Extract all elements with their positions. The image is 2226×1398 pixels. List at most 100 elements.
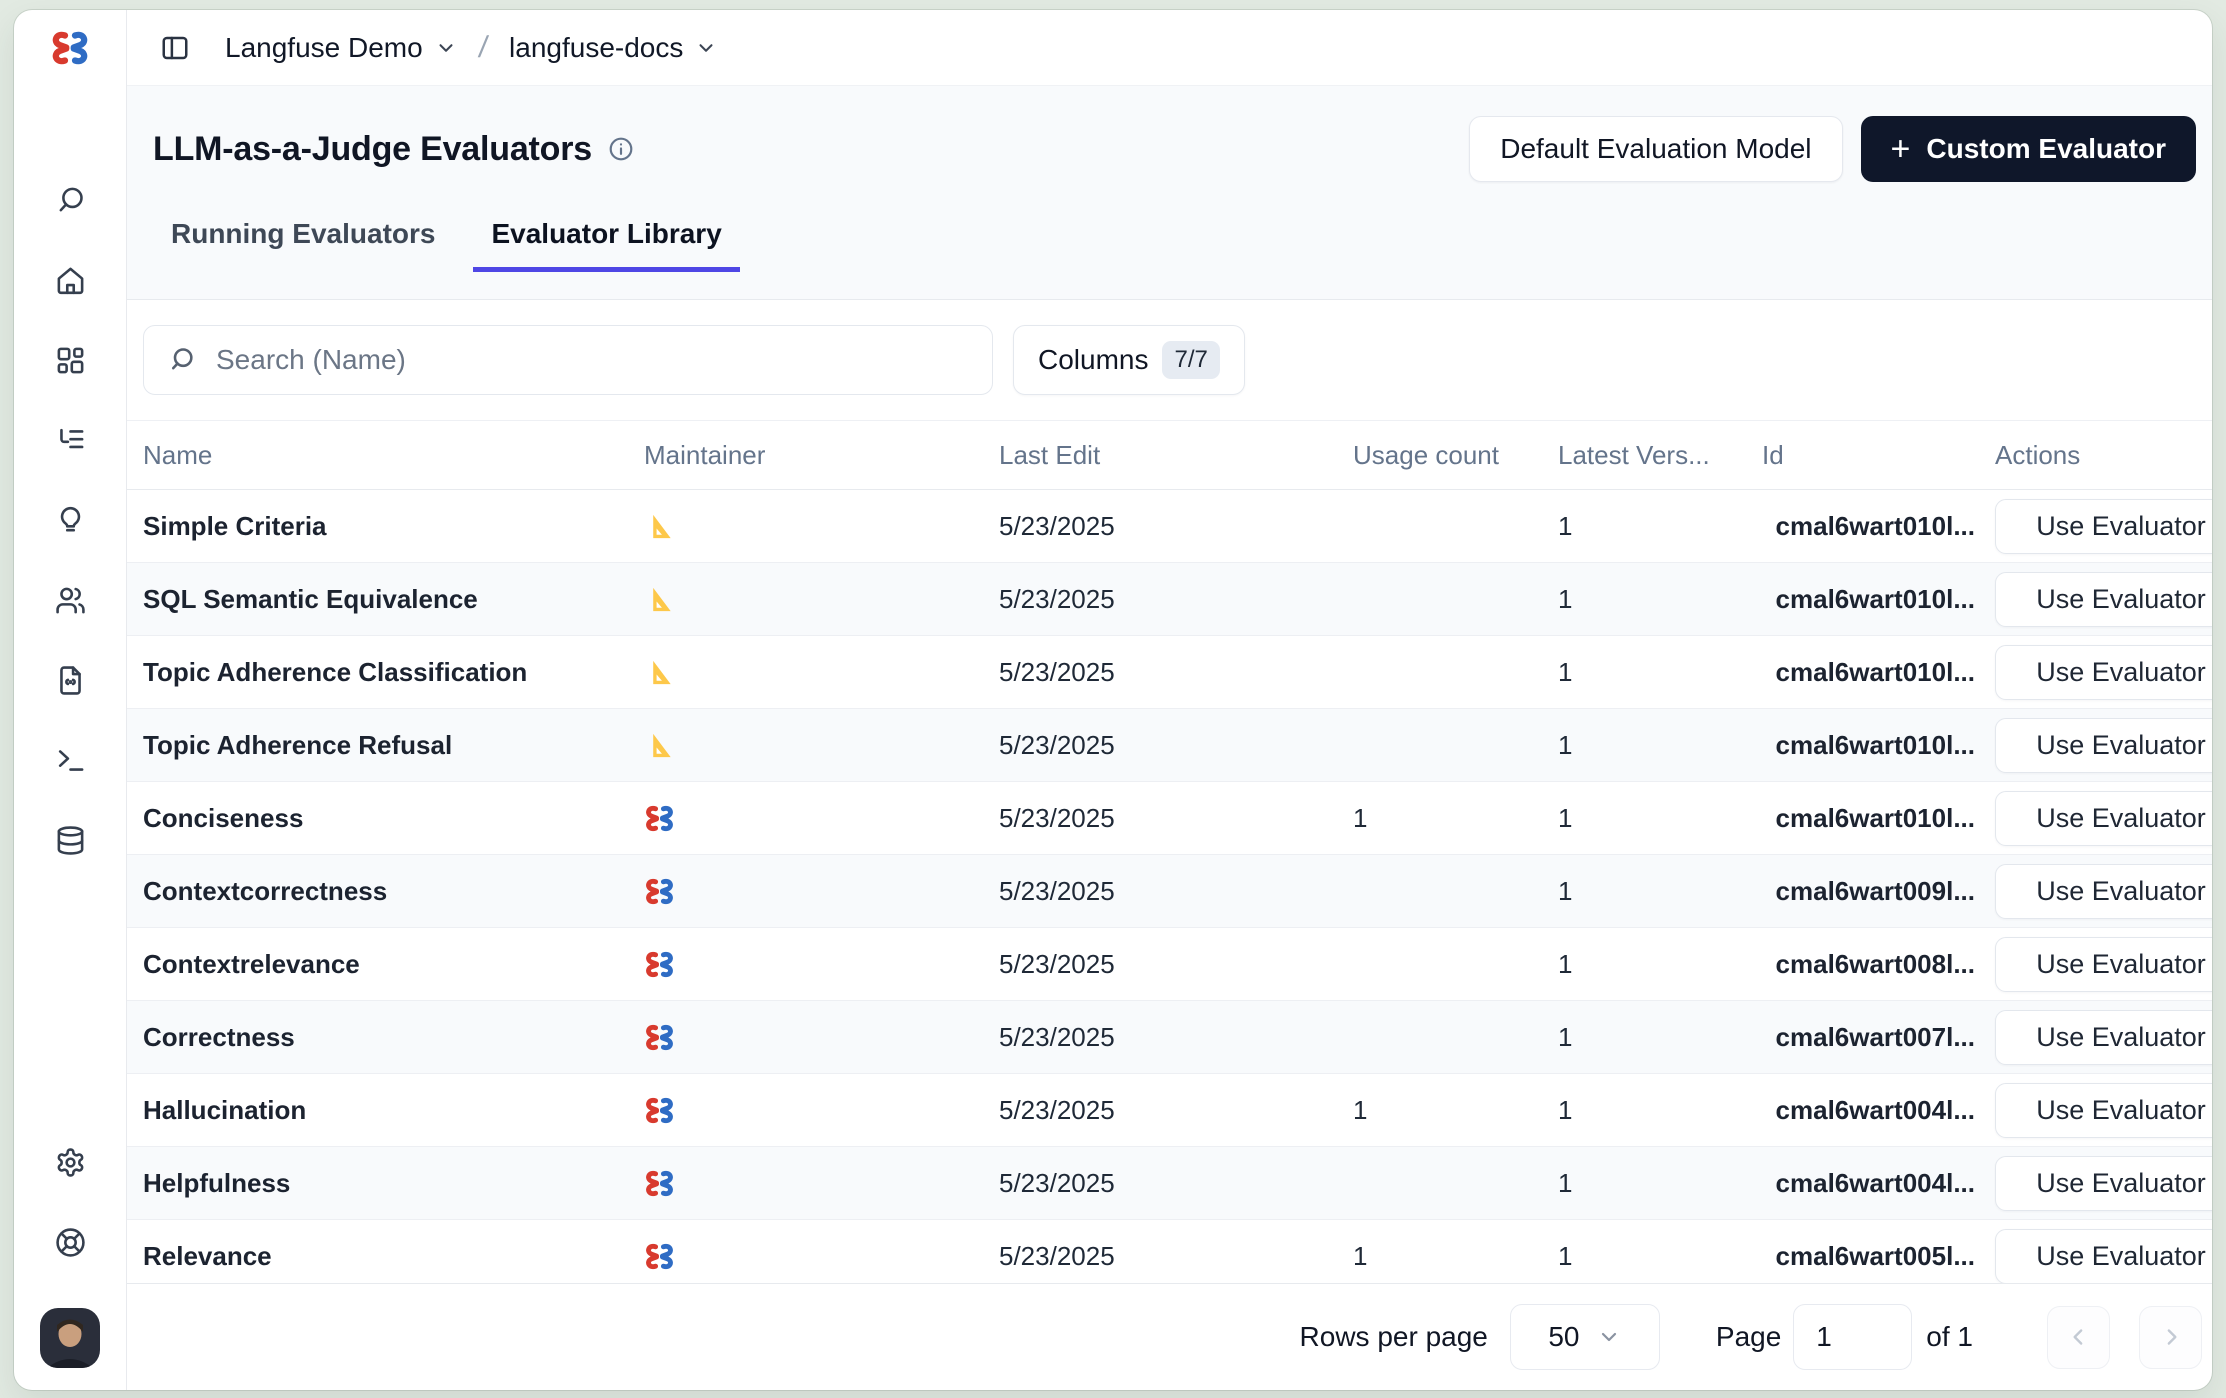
- custom-evaluator-label: Custom Evaluator: [1926, 133, 2166, 165]
- tab-evaluator-library[interactable]: Evaluator Library: [473, 218, 739, 272]
- page-title: LLM-as-a-Judge Evaluators: [153, 130, 592, 169]
- evaluator-name: Correctness: [143, 1022, 644, 1053]
- search-box: [143, 325, 993, 395]
- langfuse-knot-icon: [50, 28, 90, 68]
- last-edit-value: 5/23/2025: [999, 803, 1353, 834]
- sidebar-evaluation-icon[interactable]: [30, 480, 110, 560]
- maintainer-cell: [644, 1095, 999, 1126]
- sidebar-search-icon[interactable]: [30, 160, 110, 240]
- evaluator-name: SQL Semantic Equivalence: [143, 584, 644, 615]
- use-evaluator-button[interactable]: Use Evaluator: [1995, 864, 2212, 919]
- previous-page-button[interactable]: [2047, 1306, 2110, 1369]
- use-evaluator-button[interactable]: Use Evaluator: [1995, 937, 2212, 992]
- project-switcher[interactable]: langfuse-docs: [509, 32, 717, 64]
- last-edit-value: 5/23/2025: [999, 1168, 1353, 1199]
- last-edit-value: 5/23/2025: [999, 949, 1353, 980]
- use-evaluator-button[interactable]: Use Evaluator: [1995, 572, 2212, 627]
- next-page-button[interactable]: [2139, 1306, 2202, 1369]
- maintainer-cell: [644, 1022, 999, 1053]
- last-edit-value: 5/23/2025: [999, 1095, 1353, 1126]
- table-row: Helpfulness 5/23/2025 1 cmal6wart004l...…: [127, 1147, 2212, 1220]
- actions-cell: Use Evaluator: [1977, 499, 2212, 554]
- table-row: Relevance 5/23/2025 1 1 cmal6wart005l...…: [127, 1220, 2212, 1283]
- column-header-id: Id: [1762, 440, 1977, 471]
- table-row: Topic Adherence Classification 5/23/2025…: [127, 636, 2212, 709]
- sidebar-support-icon[interactable]: [30, 1202, 110, 1282]
- use-evaluator-button[interactable]: Use Evaluator: [1995, 499, 2212, 554]
- maintainer-cell: [644, 1168, 999, 1199]
- latest-version-value: 1: [1558, 730, 1762, 761]
- ragas-maintainer-icon: [644, 657, 675, 688]
- ragas-maintainer-icon: [644, 511, 675, 542]
- langfuse-maintainer-icon: [644, 1168, 675, 1199]
- sidebar-bottom: [30, 1122, 110, 1390]
- sidebar-tracing-icon[interactable]: [30, 400, 110, 480]
- last-edit-value: 5/23/2025: [999, 730, 1353, 761]
- avatar-photo: [40, 1308, 100, 1368]
- latest-version-value: 1: [1558, 1022, 1762, 1053]
- rows-per-page-select[interactable]: 50: [1510, 1304, 1660, 1370]
- custom-evaluator-button[interactable]: + Custom Evaluator: [1861, 116, 2196, 182]
- plus-icon: +: [1891, 132, 1911, 166]
- rows-per-page-label: Rows per page: [1300, 1321, 1488, 1353]
- evaluator-id: cmal6wart009l...: [1762, 876, 1977, 907]
- page-input[interactable]: [1793, 1304, 1912, 1370]
- evaluator-name: Hallucination: [143, 1095, 644, 1126]
- table-row: Hallucination 5/23/2025 1 1 cmal6wart004…: [127, 1074, 2212, 1147]
- evaluator-id: cmal6wart010l...: [1762, 584, 1977, 615]
- info-icon[interactable]: [608, 136, 634, 162]
- rows-per-page-value: 50: [1548, 1321, 1579, 1353]
- latest-version-value: 1: [1558, 657, 1762, 688]
- evaluator-id: cmal6wart008l...: [1762, 949, 1977, 980]
- evaluator-name: Contextcorrectness: [143, 876, 644, 907]
- sidebar-toggle-button[interactable]: [155, 28, 195, 68]
- sidebar-home-icon[interactable]: [30, 240, 110, 320]
- evaluator-id: cmal6wart010l...: [1762, 803, 1977, 834]
- evaluator-name: Conciseness: [143, 803, 644, 834]
- maintainer-cell: [644, 949, 999, 980]
- user-avatar[interactable]: [40, 1308, 100, 1368]
- use-evaluator-button[interactable]: Use Evaluator: [1995, 791, 2212, 846]
- table-row: Simple Criteria 5/23/2025 1 cmal6wart010…: [127, 490, 2212, 563]
- actions-cell: Use Evaluator: [1977, 1156, 2212, 1211]
- sidebar-terminal-icon[interactable]: [30, 720, 110, 800]
- columns-count-badge: 7/7: [1162, 341, 1219, 379]
- org-switcher[interactable]: Langfuse Demo: [225, 32, 457, 64]
- sidebar-users-icon[interactable]: [30, 560, 110, 640]
- page-header: LLM-as-a-Judge Evaluators Default Evalua…: [127, 86, 2212, 300]
- last-edit-value: 5/23/2025: [999, 584, 1353, 615]
- sidebar-dashboard-icon[interactable]: [30, 320, 110, 400]
- usage-count-value: 1: [1353, 803, 1558, 834]
- topbar: Langfuse Demo / langfuse-docs: [127, 10, 2212, 86]
- use-evaluator-button[interactable]: Use Evaluator: [1995, 1229, 2212, 1284]
- latest-version-value: 1: [1558, 949, 1762, 980]
- columns-button[interactable]: Columns 7/7: [1013, 325, 1245, 395]
- latest-version-value: 1: [1558, 1168, 1762, 1199]
- main-area: Langfuse Demo / langfuse-docs LLM-as-a-J…: [127, 10, 2212, 1390]
- use-evaluator-button[interactable]: Use Evaluator: [1995, 645, 2212, 700]
- latest-version-value: 1: [1558, 1095, 1762, 1126]
- maintainer-cell: [644, 511, 999, 542]
- langfuse-maintainer-icon: [644, 1241, 675, 1272]
- tab-running-evaluators[interactable]: Running Evaluators: [153, 218, 453, 272]
- actions-cell: Use Evaluator: [1977, 718, 2212, 773]
- sidebar-settings-icon[interactable]: [30, 1122, 110, 1202]
- table-row: Contextcorrectness 5/23/2025 1 cmal6wart…: [127, 855, 2212, 928]
- use-evaluator-button[interactable]: Use Evaluator: [1995, 1010, 2212, 1065]
- evaluator-name: Helpfulness: [143, 1168, 644, 1199]
- ragas-maintainer-icon: [644, 730, 675, 761]
- langfuse-logo[interactable]: [50, 10, 90, 86]
- use-evaluator-button[interactable]: Use Evaluator: [1995, 1156, 2212, 1211]
- use-evaluator-button[interactable]: Use Evaluator: [1995, 1083, 2212, 1138]
- actions-cell: Use Evaluator: [1977, 1229, 2212, 1284]
- search-input[interactable]: [216, 344, 968, 376]
- sidebar-datasets-icon[interactable]: [30, 800, 110, 880]
- default-evaluation-model-button[interactable]: Default Evaluation Model: [1469, 116, 1842, 182]
- sidebar-playground-icon[interactable]: [30, 640, 110, 720]
- langfuse-maintainer-icon: [644, 1022, 675, 1053]
- ragas-maintainer-icon: [644, 584, 675, 615]
- evaluator-name: Relevance: [143, 1241, 644, 1272]
- actions-cell: Use Evaluator: [1977, 864, 2212, 919]
- use-evaluator-button[interactable]: Use Evaluator: [1995, 718, 2212, 773]
- latest-version-value: 1: [1558, 511, 1762, 542]
